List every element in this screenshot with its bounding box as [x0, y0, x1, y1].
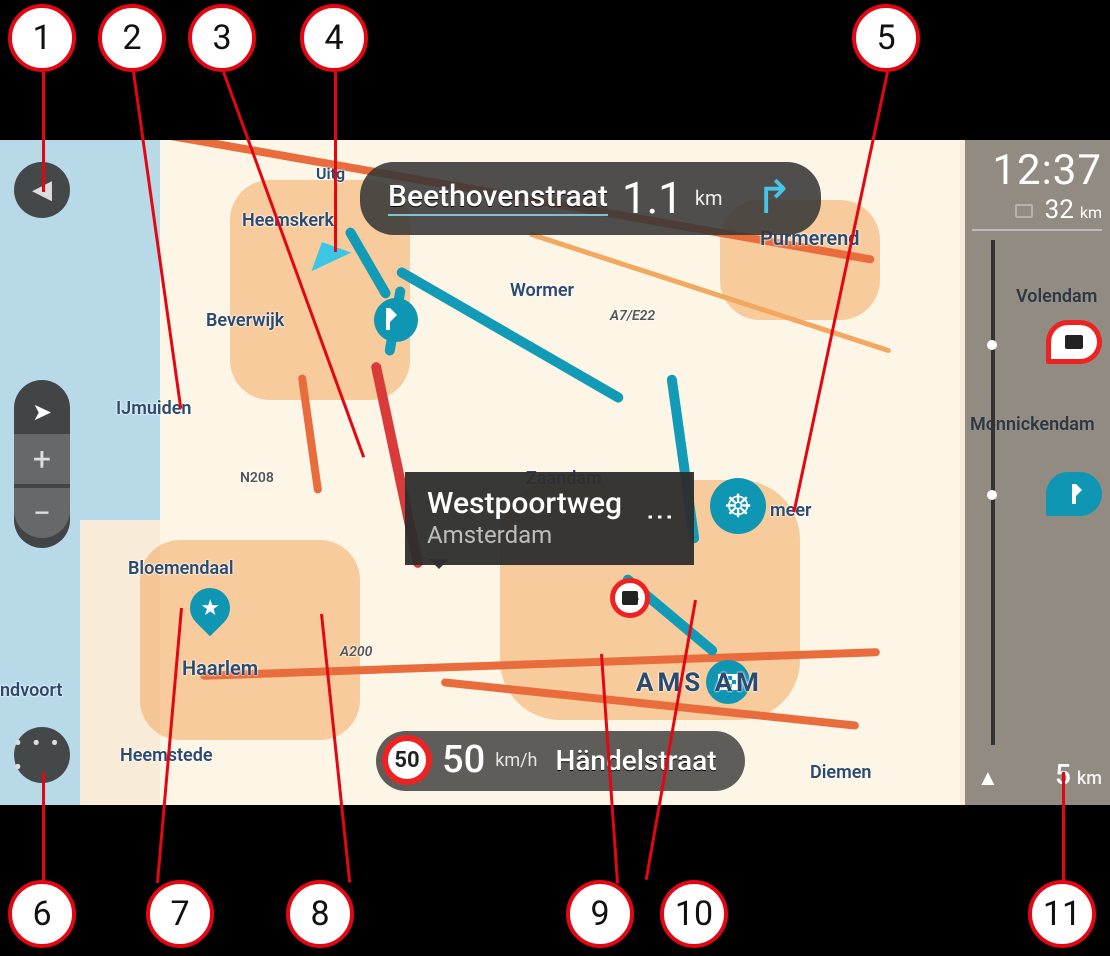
route-bar-waypoint-icon[interactable] — [1046, 472, 1102, 516]
steering-wheel-icon: ☸ — [724, 487, 753, 525]
arrival-panel[interactable]: 12:37 32 km — [972, 146, 1102, 231]
callout-line — [42, 72, 45, 192]
route-bar-camera-icon[interactable] — [1046, 320, 1102, 364]
next-instruction-panel[interactable]: Beethovenstraat 1.1 km ↱ — [360, 162, 821, 235]
selected-location-city: Amsterdam — [427, 521, 622, 549]
road-shield-label: A200 — [340, 644, 372, 660]
road-shield-label: A7/E22 — [610, 308, 655, 324]
map-label: meer — [770, 500, 811, 521]
location-arrow-icon: ➤ — [32, 398, 52, 426]
map-viewport[interactable]: ★ Heemskerk Beverwijk IJmuiden Bloemenda… — [0, 140, 1110, 805]
map-label: Heemskerk — [242, 210, 334, 231]
selected-location-name: Westpoortweg — [427, 486, 622, 521]
road-shield-label: N208 — [240, 470, 274, 486]
callout-line — [334, 72, 337, 252]
callout-3: 3 — [188, 4, 256, 72]
route-bar-scale-unit: km — [1077, 768, 1102, 789]
selected-location-popup[interactable]: Westpoortweg Amsterdam ⋮ ☸ — [405, 472, 694, 565]
speed-limit-sign: 50 — [382, 735, 432, 785]
waypoint-marker-icon[interactable] — [374, 298, 418, 342]
plus-icon: + — [33, 440, 51, 478]
zoom-view-cluster: ➤ + − — [14, 380, 70, 548]
arrival-divider — [972, 229, 1102, 231]
next-road-name: Beethovenstraat — [388, 179, 608, 216]
callout-5: 5 — [852, 4, 920, 72]
callout-1: 1 — [8, 4, 76, 72]
callout-11: 11 — [1028, 880, 1096, 948]
map-label: Haarlem — [182, 656, 258, 680]
callout-4: 4 — [300, 4, 368, 72]
map-label: Diemen — [810, 762, 871, 783]
callout-8: 8 — [286, 880, 354, 948]
turn-right-icon: ↱ — [755, 170, 794, 225]
map-label: ndvoort — [0, 680, 62, 701]
map-label: Bloemendaal — [128, 558, 234, 579]
map-label: Uitg — [316, 164, 345, 183]
drive-here-button[interactable]: ☸ — [710, 478, 766, 534]
speed-limit-value: 50 — [394, 748, 419, 773]
minus-icon: − — [33, 494, 51, 532]
route-bar-dot — [987, 340, 997, 350]
zoom-out-button[interactable]: − — [14, 488, 70, 538]
speed-camera-icon[interactable] — [610, 578, 650, 618]
map-label: Wormer — [510, 280, 574, 301]
current-street-name: Händelstraat — [555, 744, 716, 777]
current-speed-value: 50 — [442, 738, 485, 782]
next-distance-value: 1.1 — [622, 172, 683, 224]
switch-view-button[interactable]: ➤ — [14, 390, 70, 434]
next-distance-unit: km — [695, 186, 723, 210]
callout-2: 2 — [98, 4, 166, 72]
destination-flag-icon — [1015, 204, 1033, 218]
callout-10: 10 — [660, 880, 728, 948]
map-label: AMS AM — [636, 668, 763, 698]
remaining-distance-value: 32 — [1045, 195, 1074, 225]
map-label: Beverwijk — [206, 310, 284, 331]
route-bar-dot — [987, 490, 997, 500]
remaining-distance-unit: km — [1080, 203, 1102, 222]
callout-9: 9 — [566, 880, 634, 948]
zoom-in-button[interactable]: + — [14, 434, 70, 484]
popup-more-button[interactable]: ⋮ — [646, 503, 674, 533]
callout-line — [42, 772, 45, 882]
callout-7: 7 — [146, 880, 214, 948]
callout-6: 6 — [8, 880, 76, 948]
arrival-time: 12:37 — [972, 146, 1102, 195]
speed-panel: 50 50 km/h Händelstraat — [376, 731, 745, 791]
current-speed-unit: km/h — [495, 750, 537, 771]
route-bar[interactable]: 12:37 32 km ▲ 5 km — [965, 140, 1110, 805]
callout-line — [1062, 772, 1065, 882]
route-bar-current-arrow-icon: ▲ — [977, 765, 999, 791]
